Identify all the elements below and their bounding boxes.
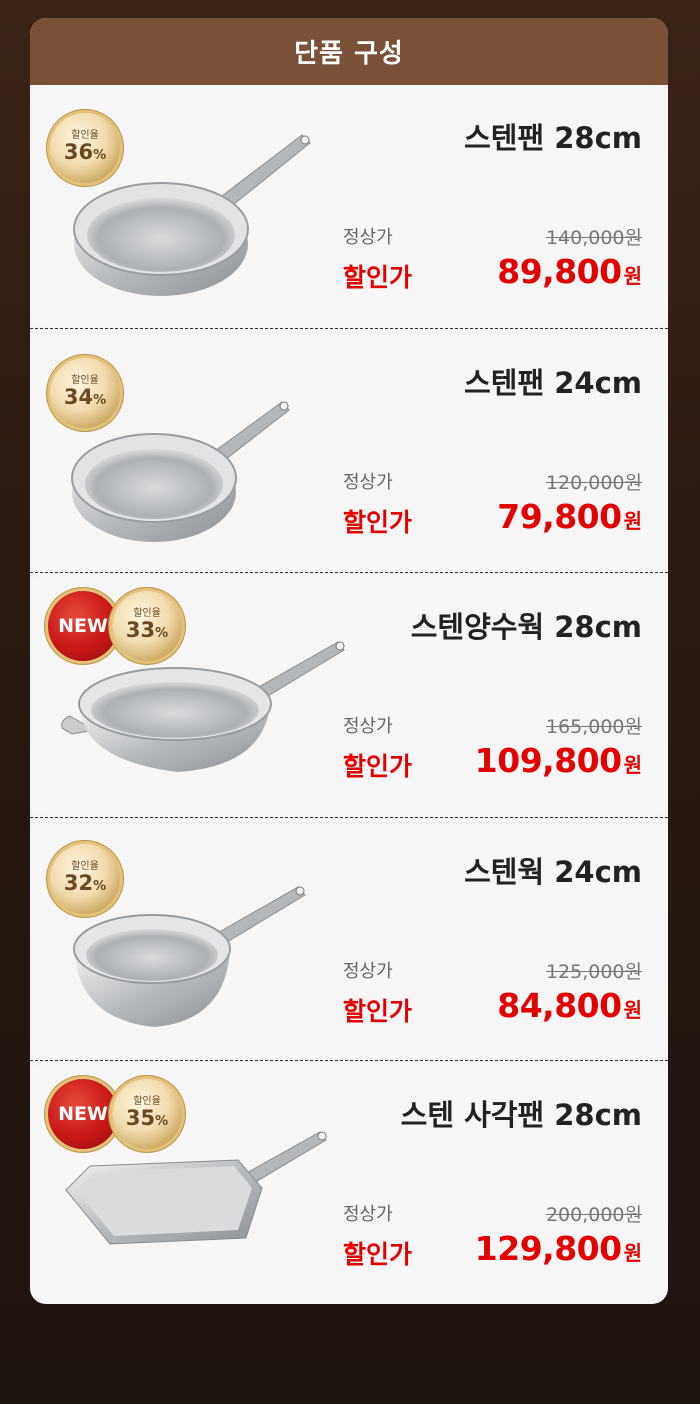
regular-price: 140,000원 [545,227,642,249]
frying-pan-image [71,401,290,542]
product-card[interactable]: NEW 할인율 35% 스텐 사각팬 28cm 정상가 200,000원 할인가… [30,1062,668,1304]
sale-price-label: 할인가 [343,752,413,781]
square-pan-image [65,1131,327,1245]
wok-image [73,886,306,1027]
product-name: 스텐 사각팬 28cm [400,1098,642,1132]
product-card[interactable]: 할인율 36% 스텐팬 28cm 정상가 140,000원 할인가 89,800… [30,85,668,326]
card-divider [30,328,668,329]
regular-price-label: 정상가 [343,472,393,493]
sale-price-value: 109,800 [474,741,622,780]
product-card[interactable]: NEW 할인율 33% 스텐양수웍 28cm 정상가 165,000원 할인가 … [30,574,668,815]
sale-price-value: 84,800 [497,986,622,1025]
regular-price: 125,000원 [545,961,642,983]
sale-price-label: 할인가 [343,997,413,1026]
regular-price-label: 정상가 [343,227,393,248]
section-header: 단품 구성 [30,18,668,85]
regular-price-label: 정상가 [343,961,393,982]
sale-price-label: 할인가 [343,508,413,537]
product-name: 스텐양수웍 28cm [410,610,642,644]
product-card[interactable]: 할인율 32% 스텐웍 24cm 정상가 125,000원 할인가 84,800… [30,819,668,1060]
card-divider [30,1060,668,1061]
sale-price: 89,800 원 [497,252,642,291]
product-name: 스텐팬 24cm [464,366,642,400]
sale-price-value: 89,800 [497,252,622,291]
sale-price: 129,800 원 [474,1229,642,1268]
product-panel: 단품 구성 할인율 36% 스텐팬 28cm 정상가 140,000원 할인가 … [30,18,668,1304]
sale-price-label: 할인가 [343,1240,413,1269]
card-divider [30,817,668,818]
card-divider [30,572,668,573]
regular-price-label: 정상가 [343,1204,393,1225]
discount-value: 35 [125,1105,156,1130]
product-name: 스텐웍 24cm [464,855,642,889]
product-card[interactable]: 할인율 34% 스텐팬 24cm 정상가 120,000원 할인가 79,800… [30,330,668,571]
regular-price: 165,000원 [545,716,642,738]
section-title: 단품 구성 [294,39,404,69]
sale-price-value: 129,800 [474,1229,622,1268]
sale-price: 109,800 원 [474,741,642,780]
sale-price-label: 할인가 [343,263,413,292]
product-name: 스텐팬 28cm [464,121,642,155]
sale-price-value: 79,800 [497,497,622,536]
new-label: NEW [58,1103,108,1125]
sale-price: 79,800 원 [497,497,642,536]
sale-price: 84,800 원 [497,986,642,1025]
wok-pan-image [61,641,345,772]
frying-pan-image [73,134,311,296]
regular-price-label: 정상가 [343,716,393,737]
regular-price: 200,000원 [545,1204,642,1226]
regular-price: 120,000원 [545,472,642,494]
